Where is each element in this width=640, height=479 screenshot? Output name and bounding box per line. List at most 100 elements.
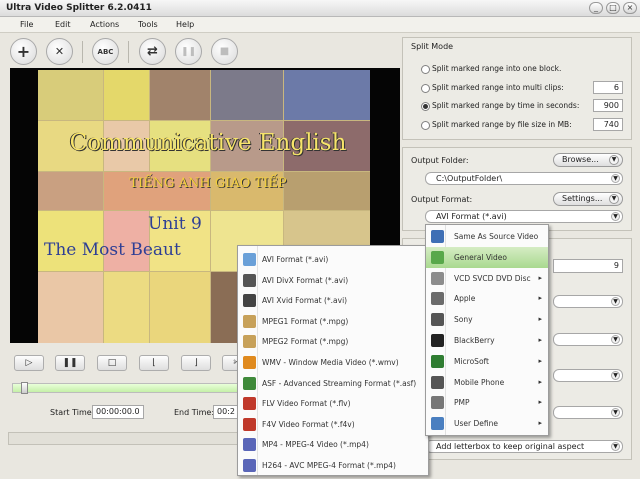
x-icon: ✕ bbox=[54, 45, 65, 58]
category-menu-item[interactable]: Same As Source Video bbox=[426, 226, 548, 247]
toolbar-separator bbox=[128, 41, 129, 63]
maximize-button[interactable]: □ bbox=[606, 2, 620, 14]
submenu-arrow-icon: ▸ bbox=[538, 377, 542, 386]
stop-button[interactable]: ■ bbox=[211, 38, 238, 65]
menu-actions[interactable]: Actions bbox=[90, 20, 119, 29]
split-mode-option-label: Split marked range by time in seconds: bbox=[432, 101, 580, 110]
settings-label: Settings... bbox=[562, 194, 603, 203]
format-menu-item[interactable]: MPEG2 Format (*.mpg) bbox=[238, 331, 428, 352]
mobile-icon bbox=[431, 375, 444, 389]
option-select-4[interactable]: ▼ bbox=[553, 406, 623, 419]
abc-button[interactable]: ABC bbox=[92, 38, 119, 65]
remove-button[interactable]: ✕ bbox=[46, 38, 73, 65]
app-window: Ultra Video Splitter 6.2.0411 _ □ × File… bbox=[0, 0, 640, 479]
split-mode-radio[interactable] bbox=[421, 65, 430, 74]
category-menu-item[interactable]: User Define ▸ bbox=[426, 413, 548, 434]
split-mode-radio[interactable] bbox=[421, 84, 430, 93]
category-menu: Same As Source Video General Video VCD SVC… bbox=[425, 224, 549, 436]
category-menu-label: PMP bbox=[454, 398, 470, 408]
format-menu-item[interactable]: AVI DivX Format (*.avi) bbox=[238, 270, 428, 291]
category-menu-item[interactable]: Mobile Phone ▸ bbox=[426, 372, 548, 393]
output-folder-field[interactable]: C:\OutputFolder\ ▼ bbox=[425, 172, 623, 185]
microsoft-icon bbox=[431, 354, 444, 368]
category-menu-item[interactable]: VCD SVCD DVD Disc ▸ bbox=[426, 268, 548, 289]
split-mode-title: Split Mode bbox=[411, 42, 454, 51]
mark-start-icon: ⌊ bbox=[152, 358, 156, 368]
menu-file[interactable]: File bbox=[20, 20, 33, 29]
format-menu-item[interactable]: AVI Xvid Format (*.avi) bbox=[238, 290, 428, 311]
film-green-icon bbox=[431, 250, 444, 264]
split-mode-value-field[interactable]: 900 bbox=[593, 99, 623, 112]
category-menu-item[interactable]: Apple ▸ bbox=[426, 288, 548, 309]
close-button[interactable]: × bbox=[623, 2, 637, 14]
submenu-arrow-icon: ▸ bbox=[538, 356, 542, 365]
option-select-3[interactable]: ▼ bbox=[553, 369, 623, 382]
settings-button[interactable]: Settings... ▼ bbox=[553, 192, 623, 206]
format-menu-label: H264 - AVC MPEG-4 Format (*.mp4) bbox=[262, 461, 396, 470]
start-time-field[interactable]: 00:00:00.0 bbox=[92, 405, 144, 419]
category-menu-label: Apple bbox=[454, 294, 476, 304]
format-menu-label: AVI Xvid Format (*.avi) bbox=[262, 296, 348, 306]
format-menu-item[interactable]: FLV Video Format (*.flv) bbox=[238, 393, 428, 414]
avi-icon bbox=[243, 253, 256, 266]
frame-cell bbox=[104, 272, 149, 343]
menu-bar: File Edit Actions Tools Help bbox=[0, 17, 640, 33]
format-menu-label: MP4 - MPEG-4 Video (*.mp4) bbox=[262, 440, 369, 450]
convert-button[interactable]: ⇄ bbox=[139, 38, 166, 65]
chevron-down-icon: ▼ bbox=[611, 371, 620, 380]
stop-play-button[interactable]: □ bbox=[97, 355, 127, 371]
mark-start-button[interactable]: ⌊ bbox=[139, 355, 169, 371]
menu-tools[interactable]: Tools bbox=[138, 20, 158, 29]
category-menu-item[interactable]: PMP ▸ bbox=[426, 392, 548, 413]
format-menu-label: AVI DivX Format (*.avi) bbox=[262, 275, 349, 285]
format-menu-item[interactable]: ASF - Advanced Streaming Format (*.asf) bbox=[238, 373, 428, 394]
play-button[interactable]: ▷ bbox=[14, 355, 44, 371]
submenu-arrow-icon: ▸ bbox=[538, 336, 542, 344]
option-select-2[interactable]: ▼ bbox=[553, 333, 623, 346]
pause-button[interactable]: ❚❚ bbox=[175, 38, 202, 65]
output-folder-label: Output Folder: bbox=[411, 156, 469, 165]
category-menu-item[interactable]: General Video bbox=[426, 246, 548, 268]
seek-handle[interactable] bbox=[21, 382, 28, 394]
partial-value-field[interactable]: 9 bbox=[553, 259, 623, 273]
chevron-down-icon: ▼ bbox=[611, 297, 620, 306]
letterbox-select[interactable]: Add letterbox to keep original aspect ▼ bbox=[425, 440, 623, 453]
frame-cell bbox=[104, 70, 149, 120]
divx-icon bbox=[243, 273, 256, 287]
pmp-icon bbox=[431, 396, 444, 410]
letterbox-value: Add letterbox to keep original aspect bbox=[436, 442, 585, 451]
format-menu-label: F4V Video Format (*.f4v) bbox=[262, 419, 355, 429]
option-select-1[interactable]: ▼ bbox=[553, 295, 623, 308]
browse-button[interactable]: Browse... ▼ bbox=[553, 153, 623, 167]
format-menu-item[interactable]: H264 - AVC MPEG-4 Format (*.mp4) bbox=[238, 455, 428, 476]
disc-icon bbox=[431, 271, 444, 285]
output-format-select[interactable]: AVI Format (*.avi) ▼ bbox=[425, 210, 623, 223]
plus-icon: + bbox=[16, 42, 31, 61]
format-menu-label: MPEG2 Format (*.mpg) bbox=[262, 337, 349, 347]
chevron-down-icon: ▼ bbox=[611, 212, 620, 221]
category-menu-item[interactable]: MicroSoft ▸ bbox=[426, 351, 548, 372]
mpeg1-icon bbox=[243, 314, 256, 328]
split-mode-value-field[interactable]: 6 bbox=[593, 81, 623, 94]
video-caption-text: The Most Beaut bbox=[44, 240, 181, 260]
format-menu-item[interactable]: F4V Video Format (*.f4v) bbox=[238, 414, 428, 435]
format-menu-item[interactable]: MP4 - MPEG-4 Video (*.mp4) bbox=[238, 434, 428, 455]
format-menu-item[interactable]: WMV - Window Media Video (*.wmv) bbox=[238, 352, 428, 373]
seek-bar[interactable] bbox=[12, 382, 242, 394]
pause-play-button[interactable]: ❚❚ bbox=[55, 355, 85, 371]
split-mode-value-field[interactable]: 740 bbox=[593, 118, 623, 131]
frame-cell bbox=[38, 272, 103, 343]
split-mode-radio[interactable] bbox=[421, 121, 430, 130]
minimize-button[interactable]: _ bbox=[589, 2, 603, 14]
abc-icon: ABC bbox=[97, 47, 114, 56]
category-menu-item[interactable]: Sony ▸ bbox=[426, 309, 548, 330]
mark-end-button[interactable]: ⌋ bbox=[181, 355, 211, 371]
menu-edit[interactable]: Edit bbox=[55, 20, 71, 29]
format-menu-item[interactable]: AVI Format (*.avi) bbox=[238, 249, 428, 270]
split-mode-radio[interactable] bbox=[421, 102, 430, 111]
submenu-arrow-icon: ▸ bbox=[538, 315, 542, 324]
add-button[interactable]: + bbox=[10, 38, 37, 65]
menu-help[interactable]: Help bbox=[176, 20, 194, 29]
category-menu-item[interactable]: BlackBerry ▸ bbox=[426, 330, 548, 351]
format-menu-item[interactable]: MPEG1 Format (*.mpg) bbox=[238, 311, 428, 332]
